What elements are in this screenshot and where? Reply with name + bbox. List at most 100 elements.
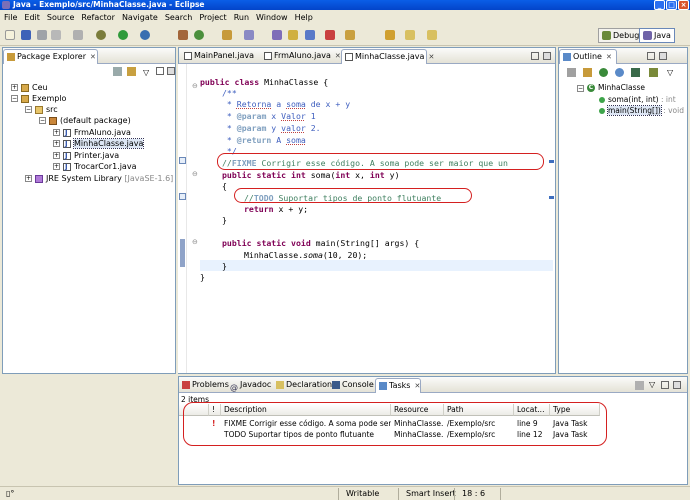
tree-item-minhaclasse[interactable]: +MinhaClasse.java xyxy=(53,138,145,150)
fold-icon[interactable]: ⊖ xyxy=(192,82,198,90)
outline-item-soma[interactable]: soma(int, int) : int xyxy=(599,94,676,105)
view-menu-icon[interactable]: ▽ xyxy=(667,68,673,77)
column-description[interactable]: Description xyxy=(221,404,391,416)
editor-gutter[interactable] xyxy=(178,64,187,373)
tab-mainpanel[interactable]: MainPanel.java xyxy=(181,49,259,64)
outline-item-class[interactable]: − C MinhaClasse xyxy=(577,82,645,93)
print-icon[interactable] xyxy=(51,30,61,40)
tab-console[interactable]: Console xyxy=(329,378,375,393)
minimize-view-icon[interactable] xyxy=(156,67,164,75)
menu-help[interactable]: Help xyxy=(295,13,313,22)
close-icon[interactable]: ✕ xyxy=(90,53,96,61)
collapse-icon[interactable]: − xyxy=(39,117,46,124)
expand-icon[interactable]: + xyxy=(53,140,60,147)
forward-icon[interactable] xyxy=(427,30,437,40)
tab-package-explorer[interactable]: Package Explorer ✕ xyxy=(3,49,98,64)
column-select[interactable] xyxy=(179,404,209,416)
tree-item-default-package[interactable]: − (default package) xyxy=(39,115,131,126)
menu-edit[interactable]: Edit xyxy=(24,13,40,22)
tab-problems[interactable]: Problems xyxy=(179,378,229,393)
outline-item-main[interactable]: main(String[]) : void xyxy=(599,105,684,116)
prev-annotation-icon[interactable] xyxy=(345,30,355,40)
tab-frmaluno[interactable]: FrmAluno.java ✕ xyxy=(261,49,341,64)
close-icon[interactable]: ✕ xyxy=(428,53,434,61)
maximize-view-icon[interactable] xyxy=(167,67,175,75)
menu-file[interactable]: File xyxy=(4,13,17,22)
hide-local-types-icon[interactable] xyxy=(631,68,640,77)
sort-icon[interactable] xyxy=(567,68,576,77)
tree-item-frmaluno[interactable]: +FrmAluno.java xyxy=(53,127,131,139)
menu-source[interactable]: Source xyxy=(47,13,74,22)
tree-item-exemplo[interactable]: − Exemplo xyxy=(11,93,66,104)
new-icon[interactable] xyxy=(5,30,15,40)
menu-search[interactable]: Search xyxy=(165,13,192,22)
collapse-icon[interactable]: − xyxy=(11,95,18,102)
tab-tasks[interactable]: Tasks ✕ xyxy=(375,378,421,393)
back-icon[interactable] xyxy=(405,30,415,40)
view-menu-icon[interactable]: ▽ xyxy=(143,68,149,77)
column-path[interactable]: Path xyxy=(444,404,514,416)
overview-ruler-marker[interactable] xyxy=(549,196,554,199)
save-icon[interactable] xyxy=(21,30,31,40)
tab-minhaclasse[interactable]: MinhaClasse.java ✕ xyxy=(341,49,434,64)
fold-icon[interactable]: ⊖ xyxy=(192,238,198,246)
expand-icon[interactable]: + xyxy=(53,163,60,170)
java-perspective-button[interactable]: Java xyxy=(639,28,675,43)
new-java-project-icon[interactable] xyxy=(178,30,188,40)
collapse-all-icon[interactable] xyxy=(113,67,122,76)
run-icon[interactable] xyxy=(118,30,128,40)
open-type-icon[interactable] xyxy=(222,30,232,40)
last-edit-icon[interactable] xyxy=(385,30,395,40)
tab-javadoc[interactable]: @ Javadoc xyxy=(227,378,273,393)
close-icon[interactable]: ✕ xyxy=(335,52,341,60)
new-class-icon[interactable] xyxy=(194,30,204,40)
maximize-button[interactable]: □ xyxy=(666,0,677,10)
menu-run[interactable]: Run xyxy=(234,13,249,22)
column-resource[interactable]: Resource xyxy=(391,404,444,416)
tab-outline[interactable]: Outline ✕ xyxy=(559,49,617,64)
menu-project[interactable]: Project xyxy=(199,13,226,22)
collapse-icon[interactable]: − xyxy=(577,84,584,92)
toggle-icon[interactable] xyxy=(73,30,83,40)
filter-icon[interactable] xyxy=(635,381,644,390)
tab-declaration[interactable]: Declaration xyxy=(273,378,332,393)
maximize-editor-icon[interactable] xyxy=(543,52,551,60)
expand-icon[interactable]: + xyxy=(53,129,60,136)
column-type[interactable]: Type xyxy=(550,404,600,416)
maximize-view-icon[interactable] xyxy=(659,52,667,60)
menu-refactor[interactable]: Refactor xyxy=(81,13,115,22)
debug-icon[interactable] xyxy=(96,30,106,40)
debug-perspective-button[interactable]: Debug xyxy=(598,28,644,43)
collapse-icon[interactable]: − xyxy=(25,106,32,113)
maximize-view-icon[interactable] xyxy=(673,381,681,389)
link-icon[interactable] xyxy=(649,68,658,77)
fold-icon[interactable]: ⊖ xyxy=(192,170,198,178)
annotation-icon[interactable] xyxy=(288,30,298,40)
minimize-view-icon[interactable] xyxy=(661,381,669,389)
save-all-icon[interactable] xyxy=(37,30,47,40)
link-with-editor-icon[interactable] xyxy=(127,67,136,76)
minimize-editor-icon[interactable] xyxy=(531,52,539,60)
menu-window[interactable]: Window xyxy=(256,13,288,22)
expand-icon[interactable]: + xyxy=(53,152,60,159)
expand-icon[interactable]: + xyxy=(25,175,32,182)
next-annotation-icon[interactable] xyxy=(325,30,335,40)
hide-nonpublic-icon[interactable] xyxy=(615,68,624,77)
task-marker-icon[interactable] xyxy=(179,193,186,200)
tree-item-printer[interactable]: +Printer.java xyxy=(53,150,119,162)
expand-icon[interactable]: + xyxy=(11,84,18,91)
toggle-mark-icon[interactable] xyxy=(272,30,282,40)
tree-item-trocarcor1[interactable]: +TrocarCor1.java xyxy=(53,161,136,173)
column-location[interactable]: Locat... xyxy=(514,404,550,416)
whitespace-icon[interactable] xyxy=(305,30,315,40)
minimize-button[interactable]: _ xyxy=(654,0,665,10)
overview-ruler-marker[interactable] xyxy=(549,160,554,163)
hide-fields-icon[interactable] xyxy=(583,68,592,77)
fast-view-icon[interactable]: ▯° xyxy=(6,489,14,499)
column-priority[interactable]: ! xyxy=(209,404,221,416)
view-menu-icon[interactable]: ▽ xyxy=(649,380,655,389)
menu-navigate[interactable]: Navigate xyxy=(122,13,158,22)
tree-item-ceu[interactable]: + Ceu xyxy=(11,82,48,93)
close-icon[interactable]: ✕ xyxy=(414,382,420,390)
task-marker-icon[interactable] xyxy=(179,157,186,164)
